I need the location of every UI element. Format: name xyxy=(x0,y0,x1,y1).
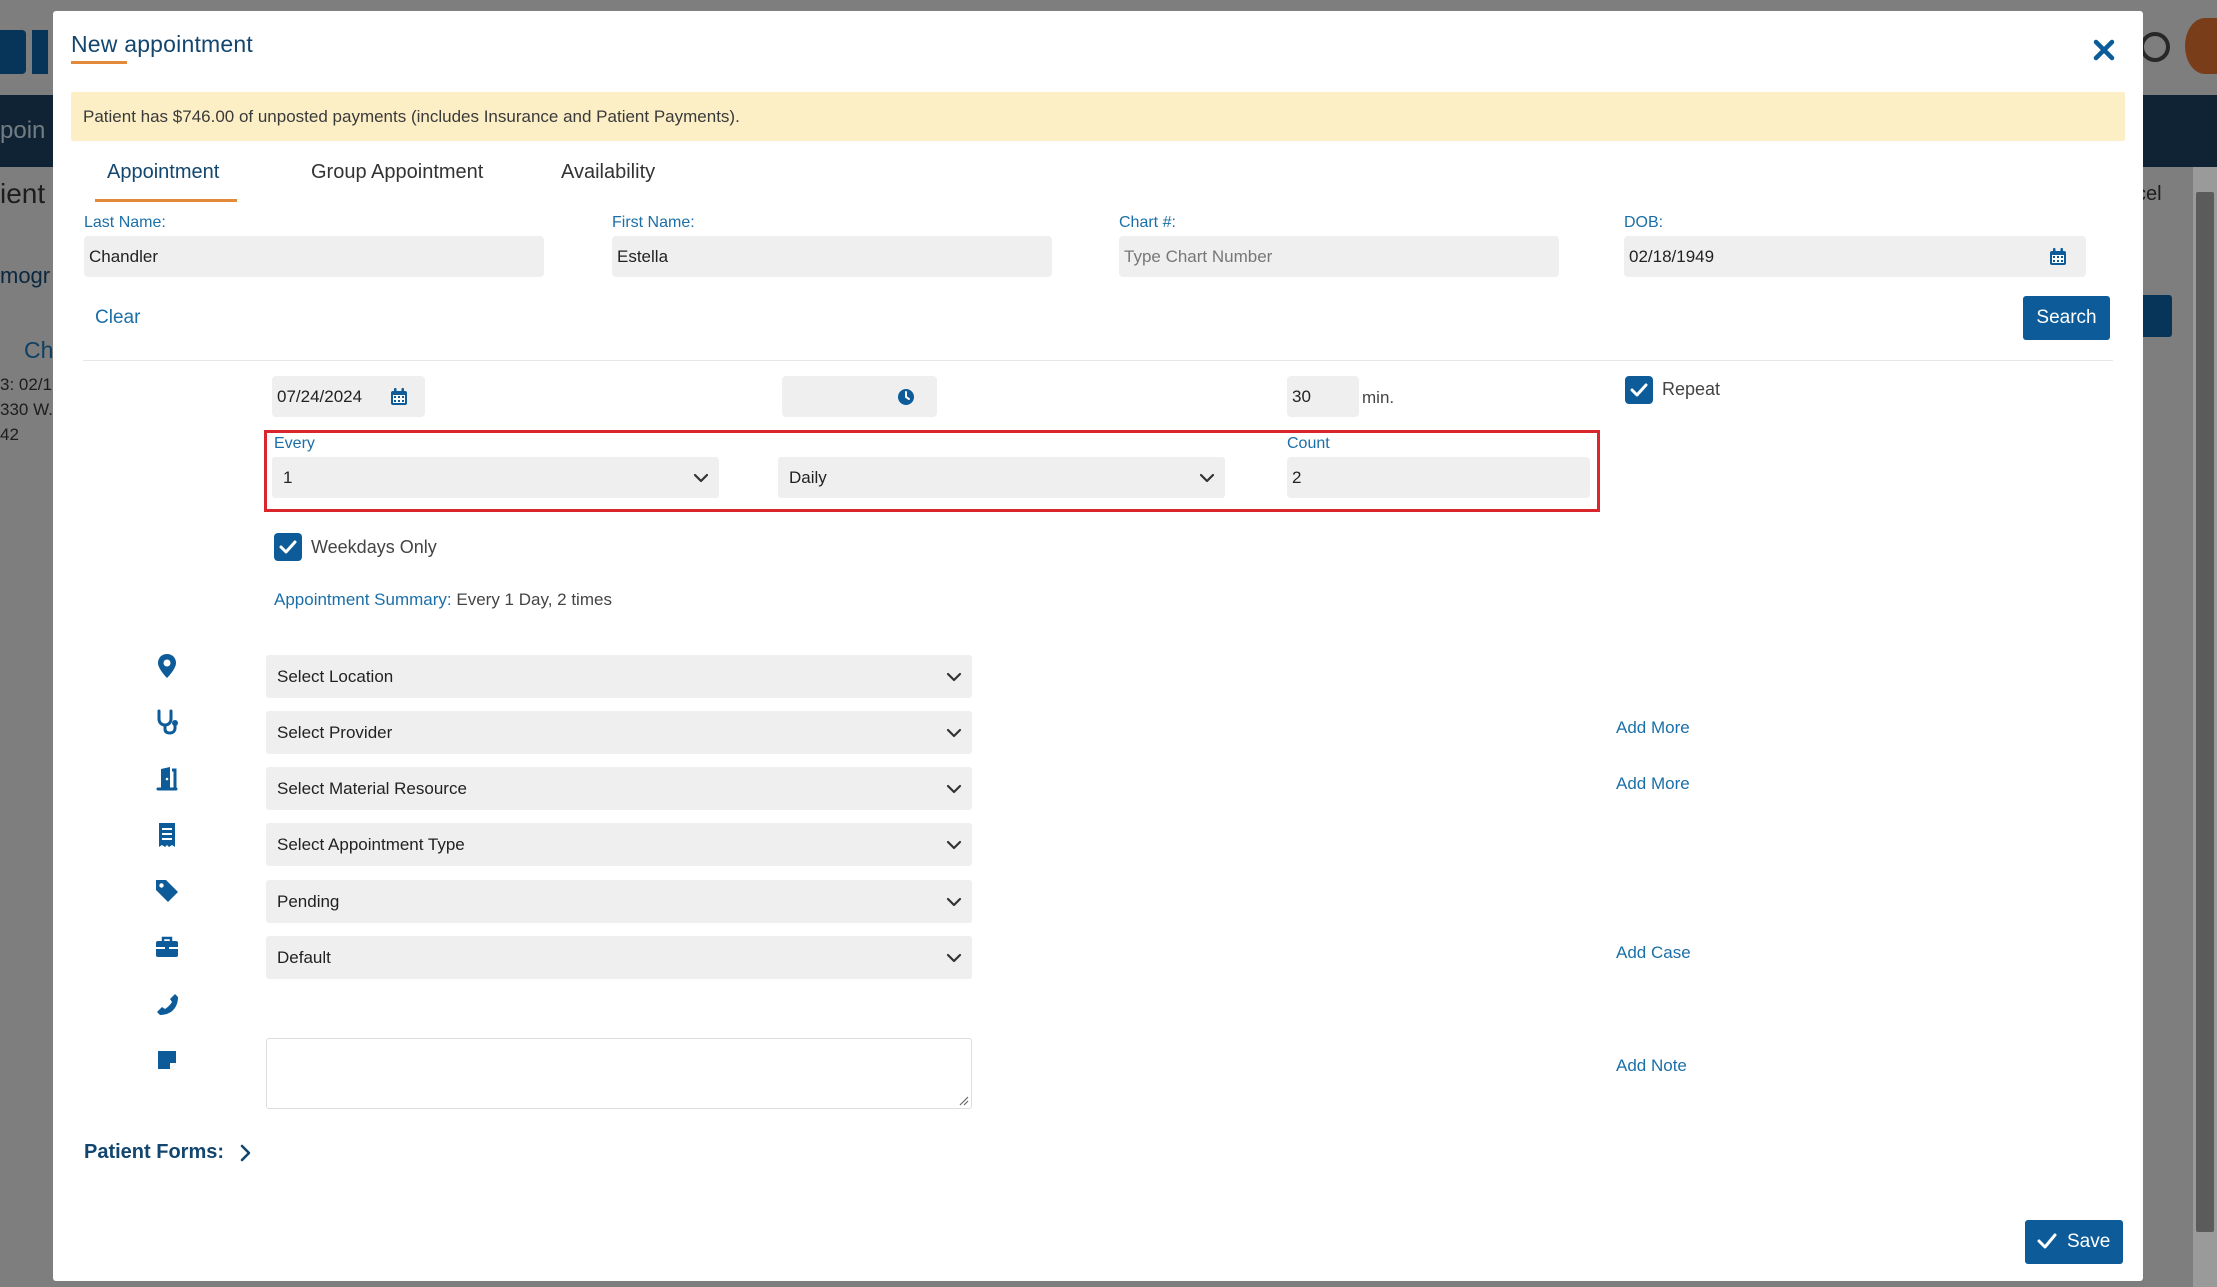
clear-link[interactable]: Clear xyxy=(95,307,140,329)
new-appointment-modal: New appointment Patient has $746.00 of u… xyxy=(53,11,2143,1281)
date-calendar-icon[interactable] xyxy=(389,387,409,407)
checkmark-icon xyxy=(1630,383,1648,397)
chart-number-field[interactable] xyxy=(1119,236,1559,277)
add-more-resource-link[interactable]: Add More xyxy=(1616,774,1690,794)
checkmark-icon xyxy=(2037,1233,2057,1249)
case-select-value: Default xyxy=(277,947,331,967)
chart-number-label: Chart #: xyxy=(1119,214,1176,231)
stethoscope-icon xyxy=(157,709,178,735)
repeat-label: Repeat xyxy=(1662,379,1721,399)
phone-icon xyxy=(157,994,178,1015)
first-name-label: First Name: xyxy=(612,214,695,231)
frequency-select-value: Daily xyxy=(789,467,827,487)
add-more-provider-link[interactable]: Add More xyxy=(1616,718,1690,738)
chevron-down-icon xyxy=(693,473,709,482)
chevron-down-icon xyxy=(946,728,962,737)
frequency-select[interactable]: Daily xyxy=(778,457,1225,498)
chevron-down-icon xyxy=(946,784,962,793)
tab-appointment[interactable]: Appointment xyxy=(107,161,219,184)
repeat-checkbox[interactable] xyxy=(1625,376,1653,404)
appointment-summary: Appointment Summary: Every 1 Day, 2 time… xyxy=(274,590,612,610)
last-name-label: Last Name: xyxy=(84,214,166,231)
count-field[interactable] xyxy=(1287,457,1590,498)
every-select[interactable]: 1 xyxy=(272,457,719,498)
status-select-value: Pending xyxy=(277,891,340,911)
tab-availability[interactable]: Availability xyxy=(561,161,655,184)
chevron-down-icon xyxy=(946,672,962,681)
status-select[interactable]: Pending xyxy=(266,880,972,923)
dob-calendar-icon[interactable] xyxy=(2048,247,2068,267)
material-resource-select[interactable]: Select Material Resource xyxy=(266,767,972,810)
every-select-value: 1 xyxy=(283,467,293,487)
chevron-right-icon xyxy=(240,1144,250,1162)
case-select[interactable]: Default xyxy=(266,936,972,979)
appointment-summary-key: Appointment Summary: xyxy=(274,590,452,609)
door-resource-icon xyxy=(156,767,178,791)
chevron-down-icon xyxy=(946,840,962,849)
first-name-field[interactable] xyxy=(612,236,1052,277)
add-note-link[interactable]: Add Note xyxy=(1616,1056,1687,1076)
search-button[interactable]: Search xyxy=(2023,296,2110,340)
save-button-label: Save xyxy=(2067,1231,2111,1252)
chevron-down-icon xyxy=(1199,473,1215,482)
appointment-summary-value: Every 1 Day, 2 times xyxy=(456,590,612,609)
save-button[interactable]: Save xyxy=(2025,1220,2123,1264)
patient-forms-toggle[interactable]: Patient Forms: xyxy=(84,1141,252,1164)
note-textarea[interactable] xyxy=(266,1038,972,1109)
briefcase-icon xyxy=(156,936,178,957)
page-scrollbar[interactable] xyxy=(2193,167,2217,1287)
dob-label: DOB: xyxy=(1624,214,1664,231)
duration-unit: min. xyxy=(1362,388,1395,407)
provider-select-value: Select Provider xyxy=(277,722,393,742)
unposted-payments-alert: Patient has $746.00 of unposted payments… xyxy=(71,92,2125,141)
modal-title-underline xyxy=(71,61,127,64)
appointment-type-select-value: Select Appointment Type xyxy=(277,834,465,854)
location-select[interactable]: Select Location xyxy=(266,655,972,698)
close-icon[interactable] xyxy=(2087,33,2121,67)
every-label: Every xyxy=(274,435,315,452)
receipt-icon xyxy=(159,823,175,847)
location-pin-icon xyxy=(158,654,176,678)
checkmark-icon xyxy=(279,540,297,554)
section-divider xyxy=(83,360,2113,361)
modal-title: New appointment xyxy=(71,31,253,57)
dob-field[interactable] xyxy=(1624,236,2086,277)
chevron-down-icon xyxy=(946,897,962,906)
tag-icon xyxy=(156,880,178,902)
add-case-link[interactable]: Add Case xyxy=(1616,943,1691,963)
duration-field[interactable] xyxy=(1287,376,1359,417)
patient-forms-label: Patient Forms: xyxy=(84,1141,225,1163)
active-tab-underline xyxy=(95,199,237,202)
count-label: Count xyxy=(1287,435,1330,452)
weekdays-only-label: Weekdays Only xyxy=(311,537,437,557)
sticky-note-icon xyxy=(158,1051,176,1069)
chevron-down-icon xyxy=(946,953,962,962)
location-select-value: Select Location xyxy=(277,666,394,686)
weekdays-only-checkbox[interactable] xyxy=(274,533,302,561)
tab-group-appointment[interactable]: Group Appointment xyxy=(311,161,483,184)
material-resource-select-value: Select Material Resource xyxy=(277,778,467,798)
provider-select[interactable]: Select Provider xyxy=(266,711,972,754)
page-scrollbar-thumb[interactable] xyxy=(2196,192,2214,1232)
appointment-type-select[interactable]: Select Appointment Type xyxy=(266,823,972,866)
clock-icon[interactable] xyxy=(896,387,916,407)
resize-handle-icon[interactable] xyxy=(957,1094,969,1106)
last-name-field[interactable] xyxy=(84,236,544,277)
